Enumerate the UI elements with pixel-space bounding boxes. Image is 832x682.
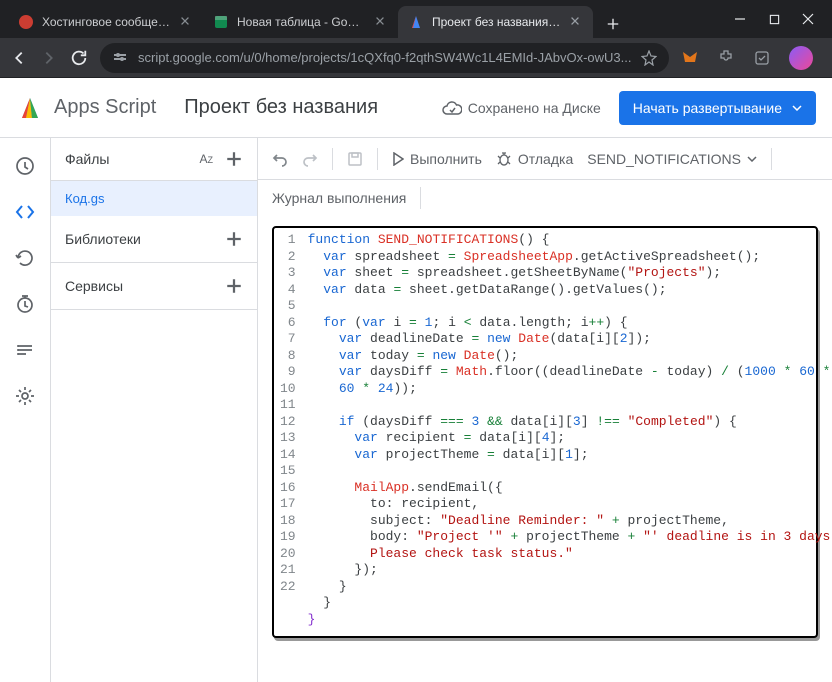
project-title[interactable]: Проект без названия [184,96,378,119]
site-settings-icon[interactable] [112,50,128,66]
url-text: script.google.com/u/0/home/projects/1cQX… [138,50,631,65]
add-service-icon[interactable] [225,277,243,295]
files-header: Файлы AZ [51,138,257,181]
undo-icon[interactable] [272,151,288,167]
editor-area: Выполнить Отладка SEND_NOTIFICATIONS Жур… [258,138,832,682]
logo-text: Apps Script [54,96,156,119]
browser-extensions [681,46,832,70]
maximize-button[interactable] [766,11,782,27]
cloud-status: Сохранено на Диске [442,100,601,116]
add-library-icon[interactable] [225,230,243,248]
tab-close-2[interactable] [569,15,583,29]
dropdown-icon [747,156,757,162]
browser-tab-2[interactable]: Проект без названия - Ре [398,6,593,38]
back-button[interactable] [10,48,28,68]
deploy-label: Начать развертывание [633,100,782,116]
profile-avatar[interactable] [789,46,813,70]
tab-title-1: Новая таблица - Google Та [237,15,366,29]
tab-close-1[interactable] [374,15,388,29]
redo-icon[interactable] [302,151,318,167]
logo-icon [16,94,44,122]
cloud-status-text: Сохранено на Диске [468,100,601,116]
tab-favicon-2 [408,14,424,30]
libraries-header: Библиотеки [51,216,257,263]
file-name: Код.gs [65,191,104,206]
debug-label: Отладка [518,151,573,167]
browser-addressbar: script.google.com/u/0/home/projects/1cQX… [0,38,832,78]
close-window-button[interactable] [800,11,816,27]
app-content: Apps Script Проект без названия Сохранен… [0,78,832,682]
file-item-kod-gs[interactable]: Код.gs [51,181,257,216]
browser-titlebar: Хостинговое сообщество Новая таблица - G… [0,0,832,38]
forward-button[interactable] [40,48,58,68]
url-input[interactable]: script.google.com/u/0/home/projects/1cQX… [100,43,669,73]
chevron-down-icon [792,105,802,111]
debug-button[interactable]: Отладка [496,151,573,167]
editor-toolbar: Выполнить Отладка SEND_NOTIFICATIONS [258,138,832,180]
browser-tab-1[interactable]: Новая таблица - Google Та [203,6,398,38]
execution-log-bar[interactable]: Журнал выполнения [258,180,832,216]
star-icon[interactable] [641,50,657,66]
metamask-icon[interactable] [681,49,699,67]
files-sidebar: Файлы AZ Код.gs Библиотеки Сервисы [50,138,258,682]
run-button[interactable]: Выполнить [392,151,482,167]
extensions-icon[interactable] [717,49,735,67]
code-content[interactable]: function SEND_NOTIFICATIONS() { var spre… [308,232,832,628]
function-name: SEND_NOTIFICATIONS [587,151,741,167]
log-label: Журнал выполнения [272,190,406,206]
services-label: Сервисы [65,278,123,294]
reload-button[interactable] [70,48,88,68]
new-tab-button[interactable] [599,10,627,38]
sort-az-icon[interactable]: AZ [199,152,213,166]
deploy-button[interactable]: Начать развертывание [619,91,816,125]
services-header: Сервисы [51,263,257,310]
libraries-label: Библиотеки [65,231,141,247]
tab-close-0[interactable] [179,15,193,29]
save-icon[interactable] [347,151,363,167]
main-area: Файлы AZ Код.gs Библиотеки Сервисы [0,138,832,682]
minimize-button[interactable] [732,11,748,27]
left-rail [0,138,50,682]
browser-tabs: Хостинговое сообщество Новая таблица - G… [8,0,716,38]
rail-executions-icon[interactable] [9,334,41,366]
tab-favicon-1 [213,14,229,30]
tab-title-2: Проект без названия - Ре [432,15,561,29]
rail-history-icon[interactable] [9,242,41,274]
apps-script-logo[interactable]: Apps Script [16,94,156,122]
cloud-icon [442,101,462,115]
add-file-icon[interactable] [225,150,243,168]
browser-tab-0[interactable]: Хостинговое сообщество [8,6,203,38]
window-controls [732,11,824,27]
run-label: Выполнить [410,151,482,167]
app-header: Apps Script Проект без названия Сохранен… [0,78,832,138]
rail-editor-icon[interactable] [9,196,41,228]
rail-triggers-icon[interactable] [9,288,41,320]
files-label: Файлы [65,151,109,167]
rail-settings-icon[interactable] [9,380,41,412]
function-selector[interactable]: SEND_NOTIFICATIONS [587,151,757,167]
play-icon [392,152,404,166]
line-gutter: 1 2 3 4 5 6 7 8 9 10 11 12 13 14 15 16 1… [280,232,308,628]
tab-favicon-0 [18,14,34,30]
bookmarks-icon[interactable] [753,49,771,67]
rail-overview-icon[interactable] [9,150,41,182]
debug-icon [496,151,512,167]
code-editor[interactable]: 1 2 3 4 5 6 7 8 9 10 11 12 13 14 15 16 1… [258,216,832,682]
tab-title-0: Хостинговое сообщество [42,15,171,29]
